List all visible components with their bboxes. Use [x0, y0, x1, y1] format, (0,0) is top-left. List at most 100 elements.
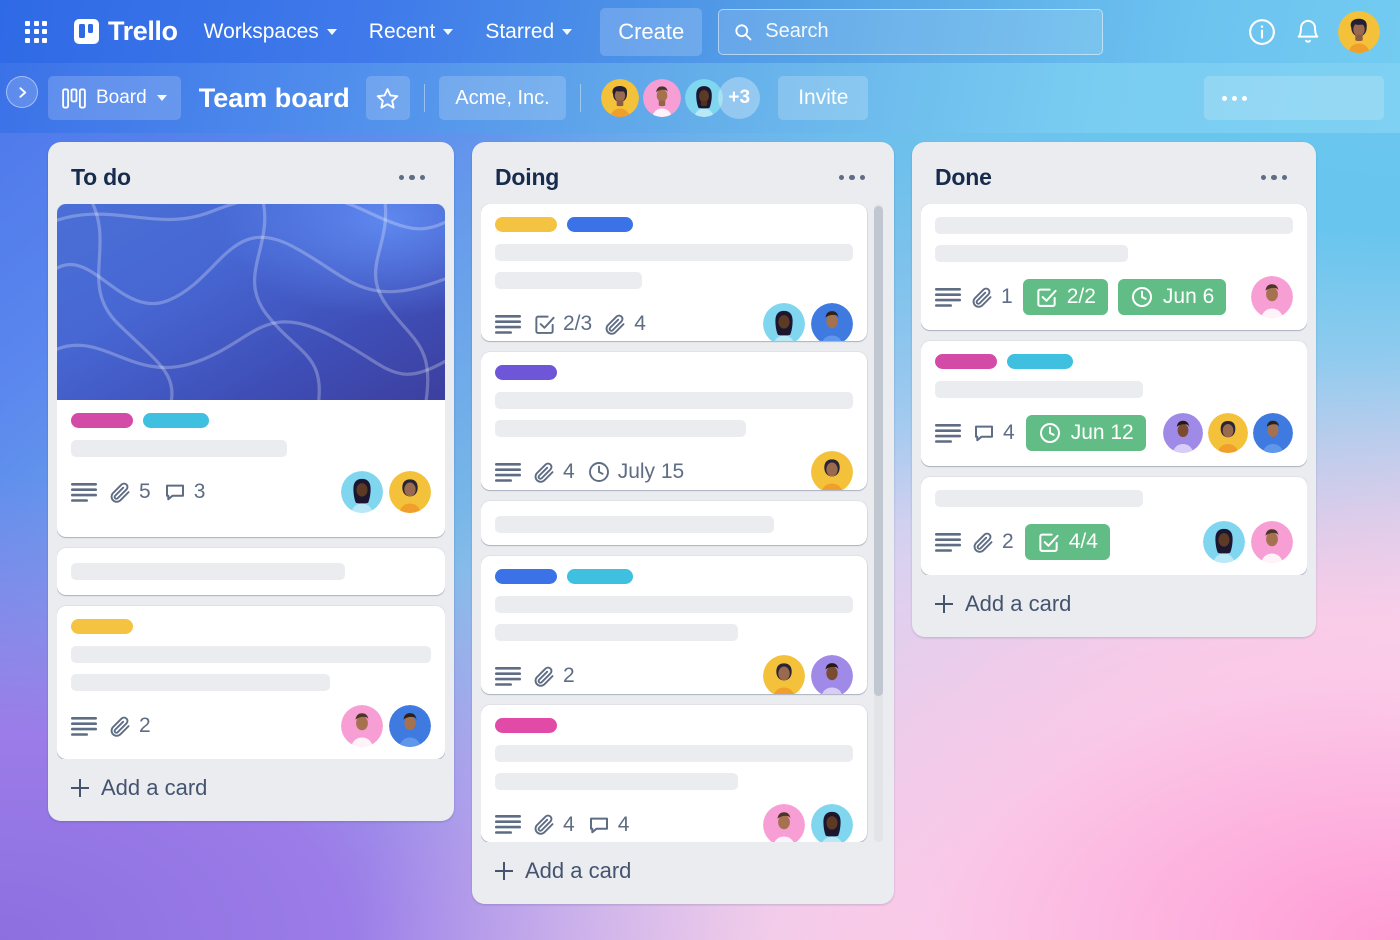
avatar[interactable]	[1163, 413, 1203, 453]
avatar[interactable]	[763, 303, 805, 342]
card-label-yellow[interactable]	[71, 619, 133, 634]
add-card-button-to-do[interactable]: Add a card	[57, 759, 445, 815]
card-label-sky[interactable]	[1007, 354, 1073, 369]
card-label-sky[interactable]	[567, 569, 633, 585]
card-label-blue[interactable]	[495, 569, 557, 585]
nav-menu-starred[interactable]: Starred	[473, 13, 584, 51]
card[interactable]: 4 July 15	[481, 352, 867, 490]
star-board-button[interactable]	[365, 76, 410, 120]
card-title-placeholder	[495, 272, 642, 289]
card[interactable]: 2	[481, 556, 867, 694]
card-label-magenta[interactable]	[495, 717, 557, 733]
card-checklist-count: 2/2	[1066, 285, 1096, 308]
user-avatar[interactable]	[1338, 10, 1380, 53]
avatar[interactable]	[811, 303, 853, 342]
nav-menu-recent-label: Recent	[368, 19, 436, 43]
plus-icon	[495, 862, 513, 880]
bell-icon[interactable]	[1292, 16, 1324, 48]
list-actions-button[interactable]	[833, 167, 872, 189]
trello-logo[interactable]: Trello	[68, 16, 184, 47]
add-card-button-done[interactable]: Add a card	[921, 575, 1307, 631]
card-due-date-text: Jun 12	[1070, 421, 1134, 444]
card-label-pink[interactable]	[71, 413, 133, 428]
avatar[interactable]	[1251, 276, 1293, 318]
avatar[interactable]	[763, 655, 805, 694]
card[interactable]: 5 3	[57, 204, 445, 537]
page-title: Team board	[198, 82, 350, 113]
comment-icon	[975, 425, 993, 442]
search-input[interactable]: Search	[718, 8, 1104, 55]
avatar[interactable]	[1251, 521, 1293, 563]
add-card-button-doing[interactable]: Add a card	[481, 842, 885, 898]
card-comment-count: 4	[1003, 421, 1015, 444]
list-header: Doing	[481, 151, 885, 204]
card[interactable]: 2 4/4	[921, 477, 1307, 575]
card-label-blue[interactable]	[567, 217, 633, 232]
paperclip-icon	[534, 462, 554, 483]
card-members	[763, 803, 853, 842]
card-label-sky[interactable]	[143, 413, 209, 428]
workspace-button[interactable]: Acme, Inc.	[439, 76, 566, 120]
list-cards: 1 2/2 Jun 6 4 Jun 12 2 4/4	[921, 204, 1307, 575]
card-description-badge	[495, 462, 521, 482]
card-label-pink[interactable]	[935, 354, 997, 369]
card-due-date-badge: July 15	[587, 460, 684, 484]
card-members	[811, 451, 853, 490]
avatar[interactable]	[811, 451, 853, 490]
avatar[interactable]	[811, 655, 853, 694]
checkbox-icon	[535, 315, 555, 334]
plus-icon	[935, 595, 953, 613]
card-comment-count: 3	[193, 480, 206, 503]
card-label-purple[interactable]	[495, 365, 557, 381]
nav-menu-workspaces[interactable]: Workspaces	[192, 13, 349, 51]
card-attachment-badge: 2	[109, 714, 151, 738]
sidebar-toggle-button[interactable]	[6, 76, 38, 108]
chevron-down-icon	[562, 28, 573, 35]
card[interactable]	[481, 500, 867, 546]
avatar[interactable]	[811, 803, 853, 842]
card[interactable]: 2/3 4	[481, 204, 867, 342]
list-cards: 5 3 2	[57, 204, 445, 759]
card[interactable]	[57, 548, 445, 595]
more-horizontal-icon	[1242, 95, 1247, 101]
card[interactable]: 4 Jun 12	[921, 341, 1307, 466]
board-view-switcher[interactable]: Board	[48, 76, 181, 120]
avatar[interactable]	[1203, 521, 1245, 563]
list-header: To do	[57, 151, 445, 204]
avatar[interactable]	[341, 471, 383, 513]
avatar[interactable]	[1208, 413, 1248, 453]
create-button[interactable]: Create	[600, 7, 703, 56]
avatar[interactable]	[389, 705, 431, 747]
description-icon	[935, 532, 961, 552]
avatar[interactable]	[341, 705, 383, 747]
nav-menu-recent[interactable]: Recent	[357, 13, 466, 51]
members-overflow-count[interactable]: +3	[718, 77, 761, 119]
avatar[interactable]	[763, 803, 805, 842]
info-icon[interactable]	[1246, 16, 1278, 48]
card[interactable]: 1 2/2 Jun 6	[921, 204, 1307, 330]
list-actions-button[interactable]	[1255, 167, 1294, 189]
apps-grid-icon[interactable]	[14, 10, 58, 54]
invite-button[interactable]: Invite	[778, 76, 869, 120]
board-lists-container: To do 5 3 2 Add a card Doing 2/3 4 4 Jul…	[0, 133, 1400, 940]
card-cover-image	[57, 204, 445, 400]
card-label-yellow[interactable]	[495, 217, 557, 232]
checkbox-icon	[1037, 288, 1057, 307]
card-title-placeholder	[495, 744, 853, 762]
card[interactable]: 2	[57, 606, 445, 759]
avatar[interactable]	[1253, 413, 1293, 453]
board-menu-button[interactable]	[1204, 76, 1384, 120]
card[interactable]: 4 4	[481, 704, 867, 842]
member-avatar[interactable]	[641, 77, 683, 119]
card-title-placeholder	[935, 381, 1143, 398]
list-actions-button[interactable]	[393, 167, 432, 189]
card-description-badge	[495, 314, 521, 334]
card-attachment-count: 4	[563, 812, 575, 836]
card-title-placeholder	[495, 624, 739, 642]
scrollbar-thumb[interactable]	[874, 206, 883, 696]
comment-icon	[589, 817, 608, 833]
avatar	[1338, 10, 1380, 53]
member-avatar[interactable]	[599, 77, 641, 119]
card-title-placeholder	[71, 440, 287, 457]
avatar[interactable]	[389, 471, 431, 513]
